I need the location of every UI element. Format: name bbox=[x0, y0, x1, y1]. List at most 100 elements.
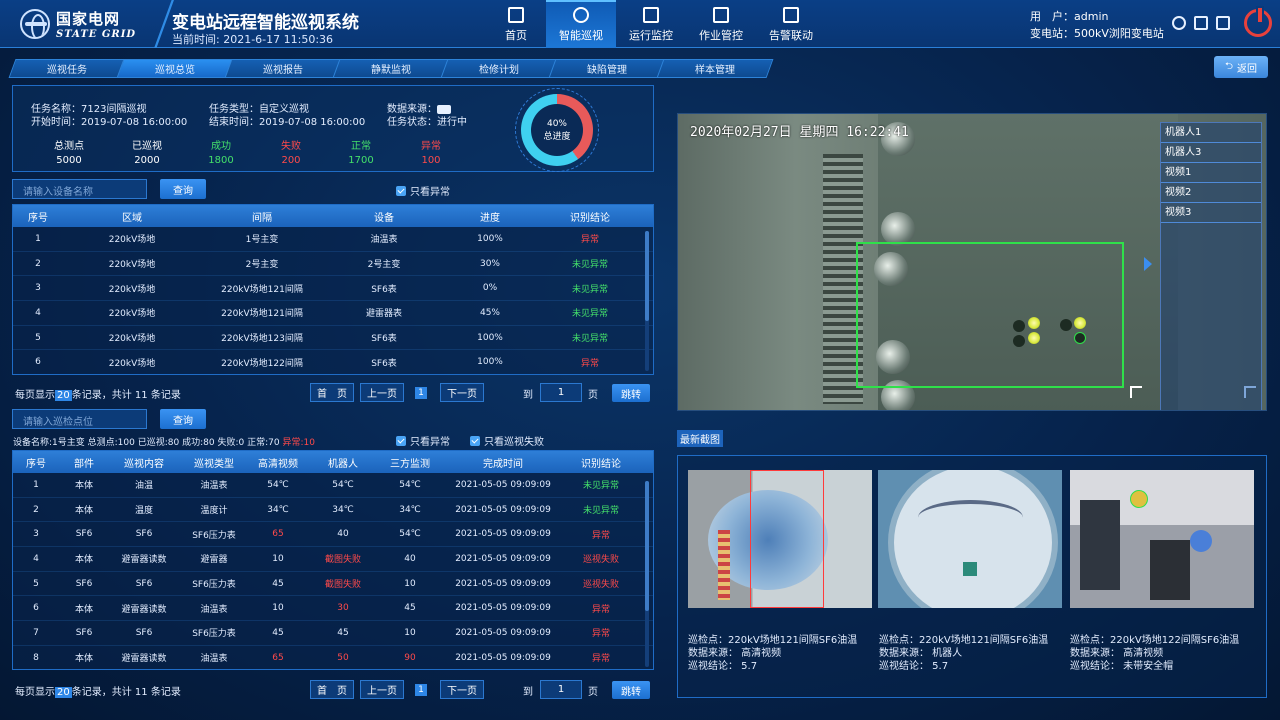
jump-button[interactable]: 跳转 bbox=[612, 384, 650, 402]
table-row[interactable]: 2 220kV场地 2号主变 2号主变 30% 未见异常 bbox=[13, 252, 653, 277]
table-scrollbar-2[interactable] bbox=[645, 481, 649, 667]
tab-0[interactable]: 巡视任务 bbox=[8, 59, 126, 78]
video-source-item[interactable]: 视频3 bbox=[1161, 203, 1261, 223]
settings-icon[interactable] bbox=[1172, 16, 1186, 30]
nav-item-1[interactable]: 智能巡视 bbox=[546, 0, 616, 48]
tab-4[interactable]: 检修计划 bbox=[440, 59, 558, 78]
video-source-item[interactable]: 视频2 bbox=[1161, 183, 1261, 203]
table-row[interactable]: 5 220kV场地 220kV场地123间隔 SF6表 100% 未见异常 bbox=[13, 326, 653, 351]
failed-only-checkbox[interactable]: 只看巡视失败 bbox=[470, 433, 544, 448]
count-2: 成功 1800 bbox=[208, 141, 234, 166]
screenshot-2[interactable] bbox=[878, 470, 1062, 608]
next-page-button-2[interactable]: 下一页 bbox=[440, 680, 484, 699]
col-header[interactable]: 机器人 bbox=[307, 455, 379, 470]
table-row[interactable]: 3 SF6 SF6 SF6压力表 65 40 54℃ 2021-05-05 09:09:09 异… bbox=[13, 522, 653, 548]
video-source-item[interactable]: 机器人3 bbox=[1161, 143, 1261, 163]
video-source-list: 机器人1 机器人3 视频1 视频2 视频3 bbox=[1160, 122, 1262, 410]
video-player[interactable]: 2020年02月27日 星期四 16:22:41 机器人1 机器人3 视频1 视频2 视… bbox=[677, 113, 1267, 411]
col-header[interactable]: 完成时间 bbox=[441, 455, 565, 470]
nav-item-2[interactable]: 运行监控 bbox=[616, 0, 686, 48]
table-cell: 100% bbox=[477, 233, 503, 244]
tab-6[interactable]: 样本管理 bbox=[656, 59, 774, 78]
col-header[interactable]: 进度 bbox=[445, 209, 535, 224]
table-cell: 220kV场地 bbox=[108, 309, 156, 320]
col-header[interactable]: 高清视频 bbox=[249, 455, 307, 470]
storage-icon[interactable] bbox=[1216, 16, 1230, 30]
warning-icon bbox=[783, 7, 799, 23]
jump-button-2[interactable]: 跳转 bbox=[612, 681, 650, 699]
device-search-input[interactable]: 请输入设备名称 bbox=[12, 179, 147, 199]
table-cell: 异常 bbox=[591, 629, 610, 640]
nav-item-4[interactable]: 告警联动 bbox=[756, 0, 826, 48]
video-source-item[interactable]: 机器人1 bbox=[1161, 123, 1261, 143]
first-page-button-2[interactable]: 首 页 bbox=[310, 680, 354, 699]
table-row[interactable]: 4 220kV场地 220kV场地121间隔 避雷器表 45% 未见异常 bbox=[13, 301, 653, 326]
prev-page-button[interactable]: 上一页 bbox=[360, 383, 404, 402]
col-header[interactable]: 序号 bbox=[13, 209, 63, 224]
point-search-button[interactable]: 查询 bbox=[160, 409, 206, 429]
next-page-button[interactable]: 下一页 bbox=[440, 383, 484, 402]
table-scrollbar[interactable] bbox=[645, 231, 649, 371]
screenshot-1[interactable] bbox=[688, 470, 872, 608]
tab-5[interactable]: 缺陷管理 bbox=[548, 59, 666, 78]
col-header[interactable]: 部件 bbox=[59, 455, 109, 470]
device-search-button[interactable]: 查询 bbox=[160, 179, 206, 199]
table-cell: 2021-05-05 09:09:09 bbox=[455, 578, 551, 589]
col-header[interactable]: 识别结论 bbox=[535, 209, 645, 224]
col-header[interactable]: 三方监测 bbox=[379, 455, 441, 470]
table-cell: 油温 bbox=[134, 481, 153, 492]
table-cell: 10 bbox=[272, 603, 284, 614]
table-row[interactable]: 3 220kV场地 220kV场地121间隔 SF6表 0% 未见异常 bbox=[13, 276, 653, 302]
point-search-input[interactable]: 请输入巡检点位 bbox=[12, 409, 147, 429]
col-header[interactable]: 巡视内容 bbox=[109, 455, 179, 470]
fullscreen-icon-2[interactable] bbox=[1244, 386, 1256, 398]
prev-page-button-2[interactable]: 上一页 bbox=[360, 680, 404, 699]
table-row[interactable]: 7 SF6 SF6 SF6压力表 45 45 10 2021-05-05 09:09:09 异常 bbox=[13, 621, 653, 646]
current-page-2[interactable]: 1 bbox=[415, 684, 427, 696]
page-input[interactable]: 1 bbox=[540, 383, 582, 402]
power-icon[interactable] bbox=[1244, 6, 1272, 37]
table-cell: 220kV场地 bbox=[108, 334, 156, 345]
video-source-item[interactable]: 视频1 bbox=[1161, 163, 1261, 183]
table-cell: SF6压力表 bbox=[192, 629, 236, 640]
col-header[interactable]: 设备 bbox=[323, 209, 445, 224]
abnormal-only-checkbox[interactable]: 只看异常 bbox=[396, 183, 450, 198]
screenshot-3[interactable] bbox=[1070, 470, 1254, 608]
col-header[interactable]: 序号 bbox=[13, 455, 59, 470]
table-row[interactable]: 6 本体 避雷器读数 油温表 10 30 45 2021-05-05 09:09:09 异常 bbox=[13, 596, 653, 622]
tab-1[interactable]: 巡视总览 bbox=[116, 59, 234, 78]
tab-3[interactable]: 静默监视 bbox=[332, 59, 450, 78]
table-cell: 本体 bbox=[74, 654, 93, 665]
globe-icon bbox=[20, 9, 50, 39]
nav-item-0[interactable]: 首页 bbox=[486, 0, 546, 48]
table-row[interactable]: 2 本体 温度 温度计 34℃ 34℃ 34℃ 2021-05-05 09:09:09 未见异常 bbox=[13, 498, 653, 523]
table-cell: 巡视失败 bbox=[582, 555, 619, 566]
user-icon[interactable] bbox=[1194, 16, 1208, 30]
current-page[interactable]: 1 bbox=[415, 387, 427, 399]
table-cell: 未见异常 bbox=[582, 481, 619, 492]
latest-screenshots-tab[interactable]: 最新截图 bbox=[677, 430, 723, 447]
col-header[interactable]: 巡视类型 bbox=[179, 455, 249, 470]
table-row[interactable]: 4 本体 避雷器读数 避雷器 10 截图失败 40 2021-05-05 09:09:09 巡视… bbox=[13, 547, 653, 572]
table-cell: 34℃ bbox=[399, 504, 421, 515]
fullscreen-icon[interactable] bbox=[1130, 386, 1142, 398]
expand-arrow-icon[interactable] bbox=[1144, 257, 1152, 271]
col-header[interactable]: 识别结论 bbox=[565, 455, 637, 470]
main-nav: 首页 智能巡视 运行监控 作业管控 告警联动 bbox=[486, 0, 826, 48]
screenshot-caption-3: 巡检点：220kV场地122间隔SF6油温 数据来源： 高清视频 巡视结论： 未带安… bbox=[1070, 635, 1240, 672]
col-header[interactable]: 区域 bbox=[63, 209, 201, 224]
page-input-2[interactable]: 1 bbox=[540, 680, 582, 699]
table-row[interactable]: 8 本体 避雷器读数 油温表 65 50 90 2021-05-05 09:09:09 异常 bbox=[13, 646, 653, 669]
nav-item-3[interactable]: 作业管控 bbox=[686, 0, 756, 48]
col-header[interactable]: 间隔 bbox=[201, 209, 323, 224]
table-row[interactable]: 1 本体 油温 油温表 54℃ 54℃ 54℃ 2021-05-05 09:09:09 未见异常 bbox=[13, 473, 653, 498]
table-row[interactable]: 6 220kV场地 220kV场地122间隔 SF6表 100% 异常 bbox=[13, 350, 653, 374]
table-row[interactable]: 1 220kV场地 1号主变 油温表 100% 异常 bbox=[13, 227, 653, 252]
first-page-button[interactable]: 首 页 bbox=[310, 383, 354, 402]
back-button[interactable]: ⮌ 返回 bbox=[1214, 56, 1268, 78]
abnormal-only-checkbox-2[interactable]: 只看异常 bbox=[396, 433, 450, 448]
nav-label: 告警联动 bbox=[769, 29, 813, 42]
app-title: 变电站远程智能巡视系统 bbox=[172, 13, 359, 33]
tab-2[interactable]: 巡视报告 bbox=[224, 59, 342, 78]
table-row[interactable]: 5 SF6 SF6 SF6压力表 45 截图失败 10 2021-05-05 09:09:09… bbox=[13, 572, 653, 597]
